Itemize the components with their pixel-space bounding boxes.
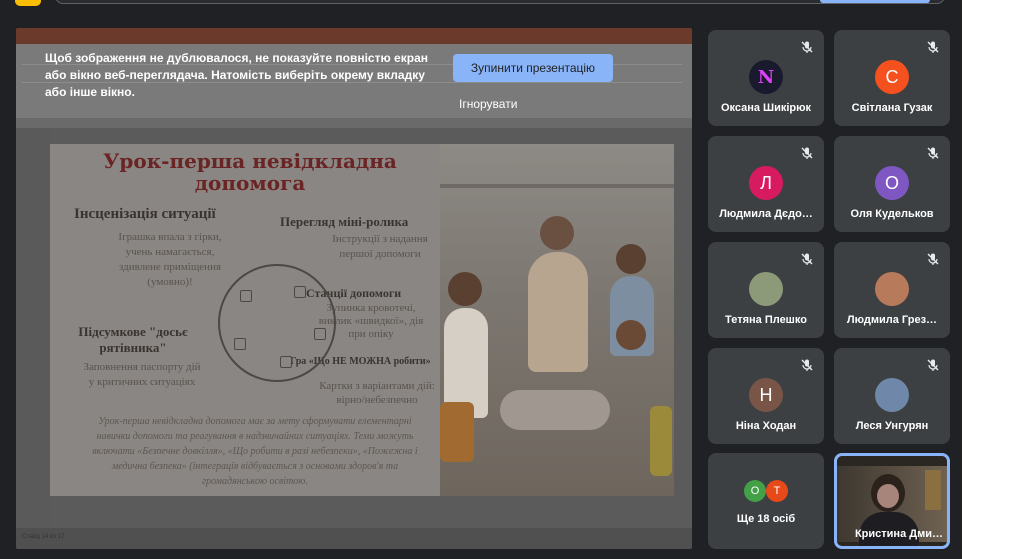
slide-counter: Слайд 14 из 17 bbox=[22, 534, 65, 540]
ppt-status-bar: Слайд 14 из 17 bbox=[16, 528, 692, 549]
slide-summary: Урок-перша невідкладна допомога має за м… bbox=[92, 416, 418, 487]
participant-tile[interactable]: N Оксана Шикірюк bbox=[708, 30, 824, 126]
participant-avatar: С bbox=[875, 60, 909, 94]
cycle-diagram bbox=[218, 264, 336, 382]
warning-icon bbox=[280, 356, 292, 368]
block-text-5: Картки з варіантами дій: вірно/небезпечн… bbox=[319, 380, 435, 406]
slide-photo-first-aid-class bbox=[440, 144, 674, 496]
participant-tile[interactable]: С Світлана Гузак bbox=[834, 30, 950, 126]
slide-title: Урок-перша невідкладна допомога bbox=[103, 149, 397, 195]
first-aid-icon bbox=[314, 328, 326, 340]
participant-name: Тетяна Плешко bbox=[725, 314, 807, 326]
slide-text-area: Урок-перша невідкладна допомога Інсценіз… bbox=[50, 144, 440, 496]
block-heading-4: Підсумкове "досьє рятівника" bbox=[78, 324, 188, 355]
more-avatar-2: Т bbox=[766, 480, 788, 502]
ignore-button[interactable]: Ігнорувати bbox=[459, 97, 517, 111]
block-heading-2: Перегляд міні-ролика bbox=[280, 214, 409, 229]
participant-name: Світлана Гузак bbox=[851, 102, 933, 114]
share-warning-message: Щоб зображення не дублювалося, не показу… bbox=[45, 51, 428, 99]
more-avatar-1: О bbox=[744, 480, 766, 502]
ppt-ruler bbox=[16, 118, 692, 128]
top-search-bar[interactable] bbox=[55, 0, 945, 4]
participant-tile[interactable]: Л Людмила Дєдо… bbox=[708, 136, 824, 232]
participant-avatar bbox=[875, 272, 909, 306]
more-participants-tile[interactable]: О Т Ще 18 осіб bbox=[708, 453, 824, 549]
bell-icon bbox=[240, 290, 252, 302]
participant-tile[interactable]: Людмила Грез… bbox=[834, 242, 950, 338]
mic-off-icon bbox=[801, 253, 813, 265]
presentation-stage: Урок-перша невідкладна допомога Інсценіз… bbox=[16, 28, 692, 549]
participant-avatar bbox=[749, 272, 783, 306]
participant-avatar: Н bbox=[749, 378, 783, 412]
participant-name: Людмила Грез… bbox=[846, 314, 938, 326]
self-video-tile[interactable]: Кристина Дми… bbox=[834, 453, 950, 549]
mic-off-icon bbox=[927, 147, 939, 159]
page-margin bbox=[962, 0, 1009, 559]
top-bar bbox=[0, 0, 962, 10]
meet-window: Урок-перша невідкладна допомога Інсценіз… bbox=[0, 0, 962, 559]
mic-off-icon bbox=[801, 147, 813, 159]
participant-tile[interactable]: Леся Унгурян bbox=[834, 348, 950, 444]
top-action-button[interactable] bbox=[820, 0, 930, 3]
app-logo[interactable] bbox=[15, 0, 41, 6]
mic-off-icon bbox=[927, 359, 939, 371]
participant-name: Оксана Шикірюк bbox=[720, 102, 812, 114]
participant-name: Людмила Дєдо… bbox=[719, 208, 813, 220]
mic-off-icon bbox=[927, 41, 939, 53]
block-text-1: Іграшка впала з гірки, учень намагається… bbox=[118, 231, 222, 288]
ppt-thumbnail-pane bbox=[16, 128, 50, 528]
stop-presenting-button[interactable]: Зупинити презентацію bbox=[453, 54, 613, 82]
block-text-4: Заповнення паспорту дій у критичних ситу… bbox=[83, 361, 201, 388]
participant-name: Ніна Ходан bbox=[735, 420, 797, 432]
slide: Урок-перша невідкладна допомога Інсценіз… bbox=[50, 144, 674, 496]
block-heading-1: Інсценізація ситуації bbox=[74, 206, 216, 222]
participant-avatar: О bbox=[875, 166, 909, 200]
self-name: Кристина Дми… bbox=[854, 528, 943, 540]
document-icon bbox=[234, 338, 246, 350]
participant-tile[interactable]: О Оля Кудельков bbox=[834, 136, 950, 232]
block-text-2: Інструкції з надання першої допомоги bbox=[332, 233, 428, 260]
mic-off-icon bbox=[801, 41, 813, 53]
ppt-titlebar bbox=[16, 28, 692, 44]
participant-name: Оля Кудельков bbox=[850, 208, 934, 220]
more-participants-label: Ще 18 осіб bbox=[736, 513, 796, 525]
participant-avatar bbox=[875, 378, 909, 412]
participant-tile[interactable]: Н Ніна Ходан bbox=[708, 348, 824, 444]
mic-off-icon bbox=[927, 253, 939, 265]
participant-tile[interactable]: Тетяна Плешко bbox=[708, 242, 824, 338]
participant-avatar: N bbox=[749, 60, 783, 94]
participant-name: Леся Унгурян bbox=[855, 420, 929, 432]
participant-avatar: Л bbox=[749, 166, 783, 200]
video-icon bbox=[294, 286, 306, 298]
mic-off-icon bbox=[801, 359, 813, 371]
